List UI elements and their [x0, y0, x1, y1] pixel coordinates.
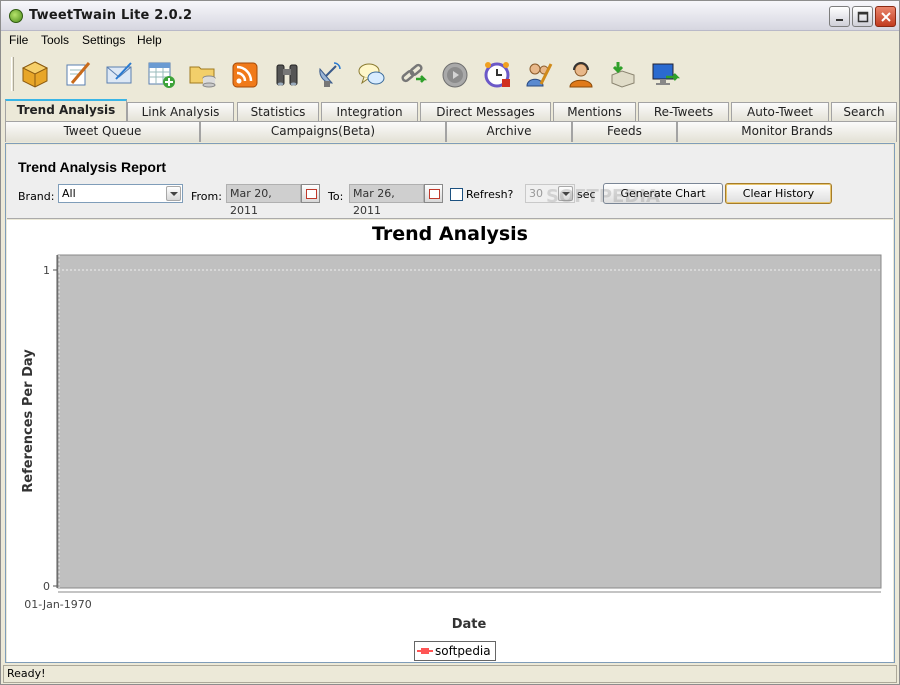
calendar-add-icon[interactable] — [144, 57, 178, 91]
refresh-interval-value: 30 — [529, 187, 543, 200]
trend-chart: Trend Analysis 0 1 01-Jan-1970 References … — [7, 220, 893, 662]
from-label: From: — [191, 190, 222, 203]
report-controls: Trend Analysis Report Brand: All From: M… — [7, 145, 893, 219]
import-icon[interactable] — [606, 57, 640, 91]
clear-history-button[interactable]: Clear History — [725, 183, 832, 204]
toolbar-grip[interactable] — [11, 57, 14, 91]
menu-tools[interactable]: Tools — [41, 33, 69, 47]
chart-title: Trend Analysis — [372, 223, 528, 245]
chat-bubbles-icon[interactable] — [354, 57, 388, 91]
media-player-icon[interactable] — [438, 57, 472, 91]
tab-mentions[interactable]: Mentions — [553, 102, 636, 122]
to-label: To: — [328, 190, 344, 203]
tab-archive[interactable]: Archive — [446, 121, 572, 142]
legend-swatch — [421, 648, 429, 654]
refresh-checkbox[interactable] — [450, 188, 463, 201]
folder-db-icon[interactable] — [186, 57, 220, 91]
tab-link-analysis[interactable]: Link Analysis — [127, 102, 234, 122]
app-logo-icon — [9, 9, 23, 23]
app-window: TweetTwain Lite 2.0.2 File Tools Setting… — [0, 0, 900, 685]
tab-auto-tweet[interactable]: Auto-Tweet — [731, 102, 829, 122]
maximize-button[interactable] — [852, 6, 873, 27]
tab-re-tweets[interactable]: Re-Tweets — [638, 102, 729, 122]
binoculars-icon[interactable] — [270, 57, 304, 91]
watermark: SOFTPEDIA — [546, 186, 660, 207]
y-tick-label: 1 — [43, 264, 50, 277]
trend-chart-svg: Trend Analysis 0 1 01-Jan-1970 References … — [21, 223, 882, 632]
title-bar: TweetTwain Lite 2.0.2 — [1, 1, 899, 31]
chevron-down-icon[interactable] — [166, 186, 181, 201]
chart-legend: softpedia — [414, 641, 496, 661]
window-title: TweetTwain Lite 2.0.2 — [29, 8, 193, 23]
menu-bar: File Tools Settings Help — [1, 31, 899, 50]
from-date-field[interactable]: Mar 20, 2011 — [226, 184, 301, 217]
refresh-label: Refresh? — [466, 188, 514, 201]
alarm-clock-icon[interactable] — [480, 57, 514, 91]
tab-tweet-queue[interactable]: Tweet Queue — [5, 121, 200, 142]
to-date-field[interactable]: Mar 26, 2011 — [349, 184, 424, 217]
tab-integration[interactable]: Integration — [321, 102, 418, 122]
trend-analysis-panel: Trend Analysis Report Brand: All From: M… — [5, 143, 895, 663]
brand-label: Brand: — [18, 190, 55, 203]
tab-bar: Trend Analysis Link Analysis Statistics … — [1, 99, 899, 143]
menu-settings[interactable]: Settings — [82, 33, 125, 47]
tab-feeds[interactable]: Feeds — [572, 121, 677, 142]
brand-select[interactable]: All — [58, 184, 183, 203]
close-button[interactable] — [875, 6, 896, 27]
legend-label: softpedia — [435, 644, 491, 658]
support-agent-icon[interactable] — [564, 57, 598, 91]
menu-file[interactable]: File — [9, 33, 28, 47]
compose-icon[interactable] — [60, 57, 94, 91]
mail-icon[interactable] — [102, 57, 136, 91]
satellite-icon[interactable] — [312, 57, 346, 91]
plot-area — [57, 254, 882, 589]
tab-trend-analysis[interactable]: Trend Analysis — [5, 99, 127, 122]
tab-campaigns[interactable]: Campaigns(Beta) — [200, 121, 446, 142]
tab-statistics[interactable]: Statistics — [237, 102, 319, 122]
report-title: Trend Analysis Report — [18, 159, 167, 175]
tab-monitor-brands[interactable]: Monitor Brands — [677, 121, 897, 142]
package-icon[interactable] — [18, 57, 52, 91]
x-tick-label: 01-Jan-1970 — [24, 598, 92, 611]
users-icon[interactable] — [522, 57, 556, 91]
to-calendar-icon[interactable] — [424, 184, 443, 203]
tab-direct-messages[interactable]: Direct Messages — [420, 102, 551, 122]
y-axis-label: References Per Day — [21, 349, 36, 493]
brand-select-value: All — [62, 187, 76, 200]
from-calendar-icon[interactable] — [301, 184, 320, 203]
link-icon[interactable] — [396, 57, 430, 91]
monitor-export-icon[interactable] — [648, 57, 682, 91]
rss-icon[interactable] — [228, 57, 262, 91]
toolbar — [1, 51, 899, 97]
menu-help[interactable]: Help — [137, 33, 162, 47]
status-bar: Ready! — [3, 665, 897, 683]
minimize-button[interactable] — [829, 6, 850, 27]
y-tick-label: 0 — [43, 580, 50, 593]
x-axis-label: Date — [452, 617, 487, 632]
tab-search[interactable]: Search — [831, 102, 897, 122]
